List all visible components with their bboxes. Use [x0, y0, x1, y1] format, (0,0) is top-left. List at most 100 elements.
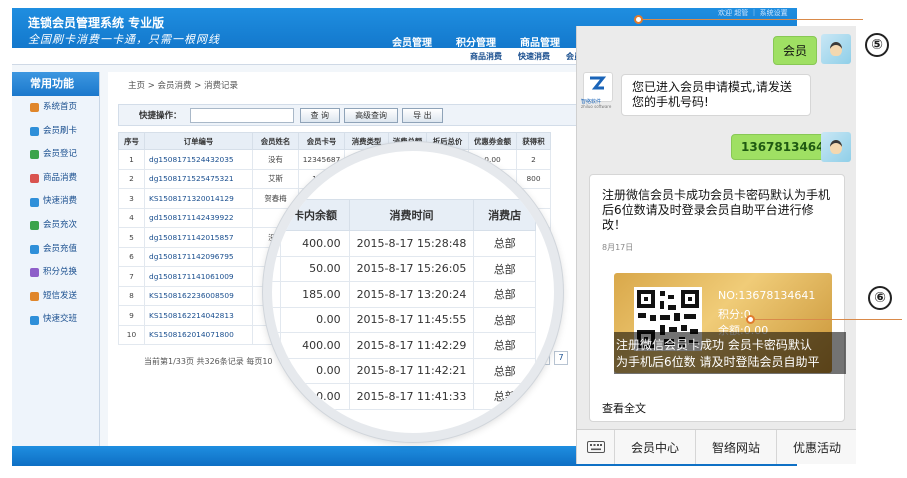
table-cell: 没有	[252, 149, 299, 170]
magnified-row: 400.00 2015-8-17 11:42:29 总部	[272, 332, 536, 359]
sidebar-item-sms[interactable]: 短信发送	[12, 285, 99, 309]
col-index[interactable]: 序号	[118, 132, 145, 150]
table-cell: dg1508171142015857	[144, 227, 253, 248]
magnified-cell: 2015-8-17 13:20:24	[348, 281, 475, 308]
table-cell: 10	[118, 324, 145, 345]
callout-number-5: ⑤	[865, 33, 889, 57]
table-cell: KS1508162014071800	[144, 324, 253, 345]
sidebar-item-label: 会员充次	[43, 219, 78, 230]
magnified-cell: 2015-8-17 11:42:29	[348, 332, 475, 359]
nav-member-manage[interactable]: 会员管理	[380, 34, 444, 49]
col-member-name[interactable]: 会员姓名	[252, 132, 299, 150]
magnified-row: 400.00 2015-8-17 15:28:48 总部	[272, 230, 536, 257]
lightning-icon	[30, 197, 39, 207]
table-cell: KS1508162214042813	[144, 305, 253, 326]
advanced-search-button[interactable]: 高级查询	[344, 107, 399, 123]
quick-search-input[interactable]	[189, 107, 294, 123]
read-more-link[interactable]: 查看全文	[602, 400, 646, 416]
magnified-cell: 2015-8-17 15:28:48	[348, 230, 475, 257]
sidebar-item-home[interactable]: 系统首页	[12, 96, 99, 120]
col-order-no[interactable]: 订单编号	[144, 132, 253, 150]
sidebar-item-goods-consume[interactable]: 商品消费	[12, 167, 99, 191]
table-cell: 艾斯	[252, 168, 299, 189]
sidebar-item-label: 积分兑换	[43, 267, 78, 278]
menu-zhiluo-website[interactable]: 智络网站	[696, 430, 777, 464]
member-card-message[interactable]: 注册微信会员卡成功会员卡密码默认为手机后6位数请及时登录会员自助平台进行修改！ …	[589, 174, 846, 422]
table-cell: 7	[118, 266, 145, 287]
sidebar-item-label: 会员刷卡	[43, 125, 78, 136]
search-button[interactable]: 查 询	[299, 107, 341, 123]
magnified-cell: 400.00	[280, 332, 350, 359]
keyboard-icon	[586, 441, 605, 453]
magnified-cell: 2015-8-17 11:45:55	[348, 306, 475, 333]
mag-col-balance: 卡内余额	[280, 199, 350, 231]
callout-number-6: ⑥	[868, 286, 892, 310]
card-number: NO:13678134641	[718, 289, 816, 302]
caption-line-2: 为手机后6位数 请及时登陆会员自助平	[616, 355, 820, 369]
sidebar-item-label: 会员充值	[43, 243, 78, 254]
brand-subname: zhiluo software	[581, 104, 612, 109]
menu-promotions[interactable]: 优惠活动	[777, 430, 856, 464]
sidebar-item-swipe-card[interactable]: 会员刷卡	[12, 120, 99, 144]
subnav-goods-consume[interactable]: 商品消费	[462, 51, 510, 62]
export-button[interactable]: 导 出	[402, 107, 443, 123]
user-add-icon	[30, 150, 39, 160]
sidebar-item-label: 快速交班	[43, 314, 78, 325]
table-cell: 1	[118, 149, 145, 170]
brand-logo-icon	[590, 76, 607, 90]
table-cell: 9	[118, 305, 145, 326]
sidebar-heading: 常用功能	[12, 72, 99, 96]
table-cell: dg1508171142096795	[144, 246, 253, 267]
sidebar-item-recharge-times[interactable]: 会员充次	[12, 214, 99, 238]
magnified-cell: 0.00	[280, 357, 350, 384]
magnified-cell: 总部	[473, 306, 536, 333]
nav-points-manage[interactable]: 积分管理	[444, 34, 508, 49]
magnifier-lens: 卡内余额 消费时间 消费店 400.00 2015-8-17 15:28:48 总部…	[263, 142, 563, 442]
table-cell: 4	[118, 207, 145, 228]
magnified-cell: 总部	[473, 230, 536, 257]
magnified-cell: 50.00	[280, 255, 350, 282]
magnified-row: 0 50.00 2015-8-17 15:26:05 总部	[272, 255, 536, 282]
table-cell: 8	[118, 285, 145, 306]
magnified-cell: 2015-8-17 11:41:33	[348, 383, 475, 410]
col-points[interactable]: 获得积	[516, 132, 551, 150]
col-coupon[interactable]: 优惠券金额	[468, 132, 517, 150]
sidebar-item-register[interactable]: 会员登记	[12, 143, 99, 167]
sidebar-item-recharge[interactable]: 会员充值	[12, 238, 99, 262]
main-nav: 会员管理 积分管理 商品管理	[380, 34, 572, 49]
sidebar-item-shift-handover[interactable]: 快速交班	[12, 308, 99, 332]
top-links[interactable]: 欢迎 超管 ｜ 系统设置	[718, 8, 788, 18]
refresh-icon	[30, 221, 39, 231]
app-title: 连锁会员管理系统 专业版	[28, 16, 165, 30]
callout-line-5	[640, 19, 863, 20]
table-cell: 5	[118, 227, 145, 248]
magnified-cell: 总部	[473, 255, 536, 282]
card-message-text: 注册微信会员卡成功会员卡密码默认为手机后6位数请及时登录会员自助平台进行修改！	[602, 188, 831, 232]
wechat-bottom-menu: 会员中心 智络网站 优惠活动	[577, 429, 856, 464]
magnified-row: 0.00 2015-8-17 11:41:33 总部	[272, 383, 536, 410]
sidebar-item-label: 短信发送	[43, 290, 78, 301]
keyboard-toggle[interactable]	[577, 430, 615, 464]
wallet-icon	[30, 244, 39, 254]
page-link[interactable]: 7	[554, 351, 568, 365]
user-avatar	[821, 34, 851, 64]
table-cell: gd1508171142439922	[144, 207, 253, 228]
home-icon	[30, 103, 39, 113]
pager-info: 当前第1/33页 共326条记录 每页10	[144, 357, 273, 366]
sidebar-item-quick-consume[interactable]: 快速消费	[12, 190, 99, 214]
menu-member-center[interactable]: 会员中心	[615, 430, 696, 464]
magnified-row: 0 0.00 2015-8-17 11:45:55 总部	[272, 306, 536, 333]
sidebar-item-points-exchange[interactable]: 积分兑换	[12, 261, 99, 285]
col-card-no[interactable]: 会员卡号	[298, 132, 345, 150]
magnified-cell: 总部	[473, 383, 536, 410]
nav-goods-manage[interactable]: 商品管理	[508, 34, 572, 49]
gift-icon	[30, 268, 39, 278]
magnified-row: 0.00 2015-8-17 11:42:21 总部	[272, 357, 536, 384]
quick-action-label: 快捷操作：	[139, 111, 182, 121]
magnified-cell: 0.00	[280, 383, 350, 410]
magnified-cell: 0	[272, 281, 282, 308]
subnav-quick-consume[interactable]: 快速消费	[510, 51, 558, 62]
callout-line-6	[752, 319, 902, 320]
sidebar: 常用功能 系统首页 会员刷卡 会员登记 商品消费 快速消费 会员充次 会员充值 …	[12, 72, 100, 452]
magnified-cell: 2015-8-17 11:42:21	[348, 357, 475, 384]
